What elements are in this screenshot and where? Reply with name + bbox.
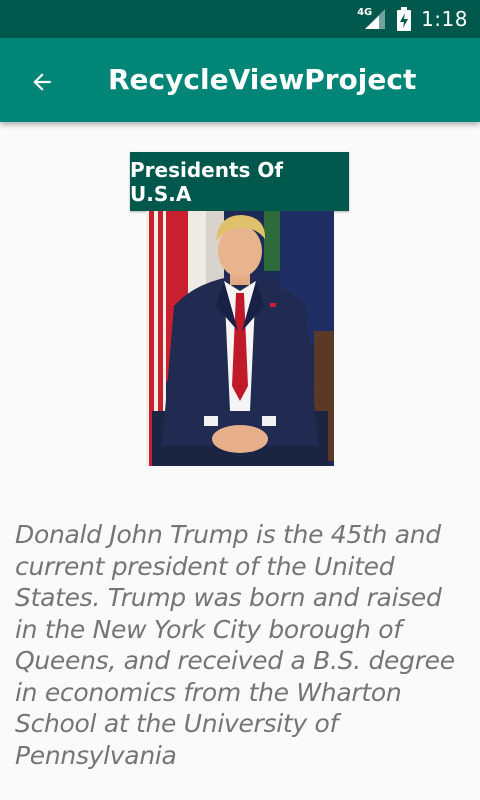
- network-type-label: 4G: [357, 7, 373, 18]
- app-bar: RecycleViewProject: [0, 38, 480, 122]
- status-bar: 4G 1:18: [0, 0, 480, 38]
- back-button[interactable]: [22, 62, 62, 102]
- battery-charging-icon: [397, 7, 412, 31]
- status-icons: 4G 1:18: [357, 0, 468, 38]
- status-time: 1:18: [421, 7, 468, 31]
- app-title: RecycleViewProject: [108, 63, 417, 96]
- president-description: Donald John Trump is the 45th and curren…: [15, 520, 455, 770]
- arrow-back-icon: [33, 73, 51, 91]
- presidents-header-button[interactable]: Presidents Of U.S.A: [130, 152, 349, 211]
- signal-icon: 4G: [357, 7, 387, 31]
- president-portrait-image[interactable]: [146, 211, 334, 466]
